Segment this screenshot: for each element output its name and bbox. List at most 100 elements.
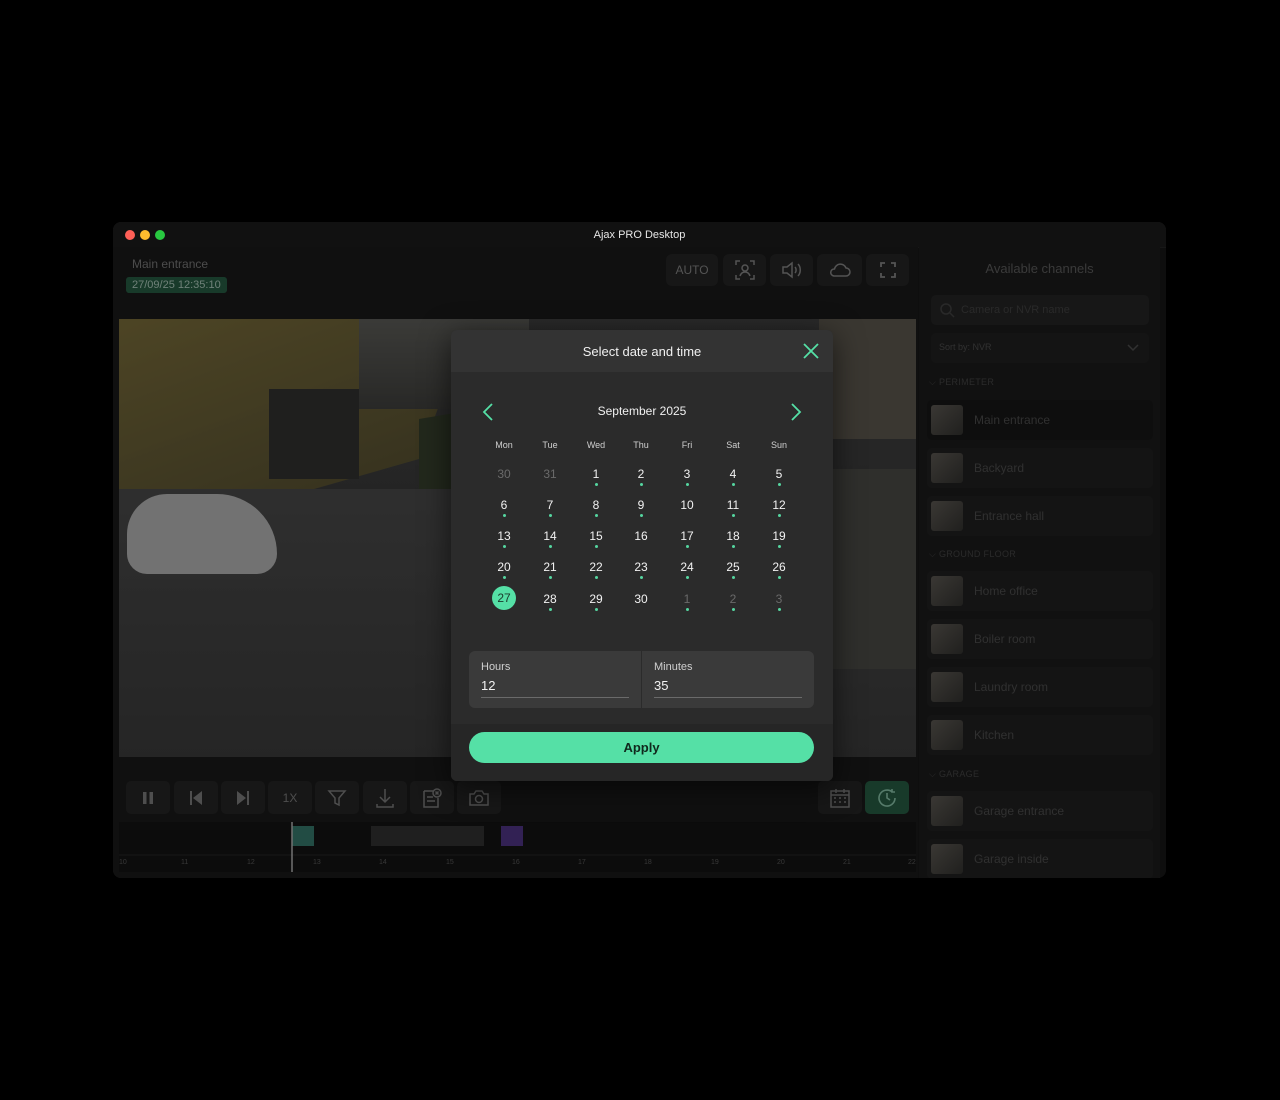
- camera-name: Main entrance: [132, 257, 209, 271]
- day-cell[interactable]: 10: [667, 497, 707, 523]
- previous-event-button[interactable]: [174, 781, 218, 814]
- download-button[interactable]: [363, 781, 407, 814]
- day-cell[interactable]: 3: [667, 466, 707, 492]
- speed-button[interactable]: 1X: [268, 781, 312, 814]
- channel-boiler-room[interactable]: Boiler room: [927, 619, 1153, 659]
- day-cell[interactable]: 15: [576, 528, 616, 554]
- day-number: 26: [772, 560, 786, 574]
- day-cell[interactable]: 11: [713, 497, 753, 523]
- day-cell[interactable]: 16: [621, 528, 661, 554]
- day-cell[interactable]: 24: [667, 559, 707, 585]
- day-cell[interactable]: 30: [484, 466, 524, 492]
- month-label: September 2025: [597, 404, 687, 418]
- day-cell[interactable]: 5: [759, 466, 799, 492]
- recording-indicator-dot: [595, 608, 598, 611]
- tick-label: 10: [119, 859, 127, 866]
- day-cell[interactable]: 1: [667, 591, 707, 617]
- recording-indicator-dot: [503, 545, 506, 548]
- day-cell[interactable]: 21: [530, 559, 570, 585]
- channel-main-entrance[interactable]: Main entrance: [927, 400, 1153, 440]
- auto-quality-button[interactable]: AUTO: [666, 254, 718, 286]
- group-name: GROUND FLOOR: [938, 549, 1017, 559]
- calendar-button[interactable]: [818, 781, 862, 814]
- group-header-ground-floor[interactable]: ⌵ GROUND FLOOR: [929, 549, 1016, 560]
- sort-dropdown[interactable]: Sort by: NVR: [931, 333, 1149, 363]
- close-icon[interactable]: [801, 341, 821, 361]
- recording-indicator-dot: [549, 576, 552, 579]
- download-icon: [376, 788, 394, 808]
- recording-indicator-dot: [732, 545, 735, 548]
- tick-label: 21: [843, 859, 851, 866]
- day-cell[interactable]: 18: [713, 528, 753, 554]
- sound-button[interactable]: [770, 254, 813, 286]
- cloud-button[interactable]: [817, 254, 862, 286]
- export-button[interactable]: [410, 781, 454, 814]
- channel-home-office[interactable]: Home office: [927, 571, 1153, 611]
- channel-entrance-hall[interactable]: Entrance hall: [927, 496, 1153, 536]
- day-cell[interactable]: 23: [621, 559, 661, 585]
- snapshot-button[interactable]: [457, 781, 501, 814]
- channel-laundry-room[interactable]: Laundry room: [927, 667, 1153, 707]
- channel-thumbnail: [931, 405, 963, 435]
- day-cell[interactable]: 14: [530, 528, 570, 554]
- tick-label: 22: [908, 859, 916, 866]
- apply-button[interactable]: Apply: [469, 732, 814, 763]
- channel-garage-entrance[interactable]: Garage entrance: [927, 791, 1153, 831]
- selected-day-cell[interactable]: 27: [484, 586, 524, 617]
- dialog-title: Select date and time: [582, 344, 702, 359]
- channel-name: Garage entrance: [974, 804, 1065, 818]
- day-cell[interactable]: 28: [530, 591, 570, 617]
- day-number: 2: [729, 592, 737, 606]
- day-cell[interactable]: 9: [621, 497, 661, 523]
- day-cell[interactable]: 3: [759, 591, 799, 617]
- day-number: 16: [634, 529, 648, 543]
- day-cell[interactable]: 25: [713, 559, 753, 585]
- day-cell[interactable]: 7: [530, 497, 570, 523]
- day-cell[interactable]: 13: [484, 528, 524, 554]
- filter-button[interactable]: [315, 781, 359, 814]
- channel-garage-inside[interactable]: Garage inside: [927, 839, 1153, 878]
- day-cell[interactable]: 8: [576, 497, 616, 523]
- day-cell[interactable]: 6: [484, 497, 524, 523]
- group-header-perimeter[interactable]: ⌵ PERIMETER: [929, 377, 994, 388]
- time-picker-button[interactable]: [865, 781, 909, 814]
- day-cell[interactable]: 20: [484, 559, 524, 585]
- day-cell[interactable]: 17: [667, 528, 707, 554]
- face-detect-button[interactable]: [723, 254, 766, 286]
- building-right-lower: [829, 469, 916, 669]
- recording-indicator-dot: [549, 514, 552, 517]
- recording-indicator-dot: [503, 514, 506, 517]
- day-cell[interactable]: 29: [576, 591, 616, 617]
- channel-kitchen[interactable]: Kitchen: [927, 715, 1153, 755]
- next-month-button[interactable]: [787, 402, 803, 422]
- minutes-field[interactable]: Minutes 35: [642, 651, 814, 708]
- channel-search-input[interactable]: Camera or NVR name: [931, 295, 1149, 325]
- day-cell[interactable]: 19: [759, 528, 799, 554]
- day-cell[interactable]: 12: [759, 497, 799, 523]
- fullscreen-button[interactable]: [866, 254, 909, 286]
- recording-indicator-dot: [640, 576, 643, 579]
- day-cell[interactable]: 26: [759, 559, 799, 585]
- day-number: 13: [497, 529, 511, 543]
- hours-field[interactable]: Hours 12: [469, 651, 641, 708]
- pause-button[interactable]: [126, 781, 170, 814]
- tick-label: 12: [247, 859, 255, 866]
- calendar-icon: [830, 788, 850, 808]
- day-number: 23: [634, 560, 648, 574]
- playback-controls: 1X: [113, 777, 918, 821]
- recording-indicator-dot: [595, 514, 598, 517]
- day-cell[interactable]: 2: [713, 591, 753, 617]
- day-cell[interactable]: 4: [713, 466, 753, 492]
- day-cell[interactable]: 2: [621, 466, 661, 492]
- day-cell[interactable]: 31: [530, 466, 570, 492]
- timestamp-badge: 27/09/25 12:35:10: [126, 277, 227, 293]
- day-cell[interactable]: 1: [576, 466, 616, 492]
- next-event-button[interactable]: [221, 781, 265, 814]
- day-cell[interactable]: 30: [621, 591, 661, 617]
- channel-backyard[interactable]: Backyard: [927, 448, 1153, 488]
- day-cell[interactable]: 22: [576, 559, 616, 585]
- channel-name: Entrance hall: [974, 509, 1045, 523]
- group-header-garage[interactable]: ⌵ GARAGE: [929, 769, 979, 780]
- timeline[interactable]: 10 11 12 13 14 15 16 17 18 19 20 21 22: [119, 822, 916, 872]
- day-number: 6: [500, 498, 508, 512]
